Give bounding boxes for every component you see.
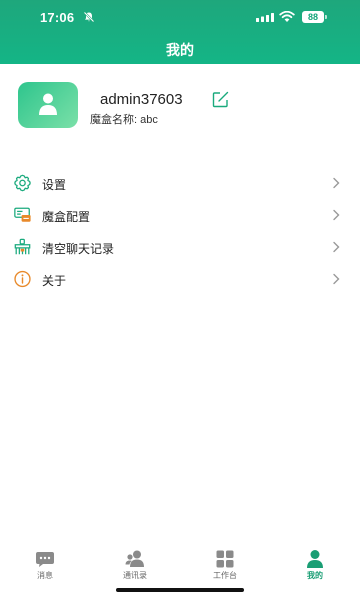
tab-me[interactable]: 我的 <box>285 546 345 586</box>
battery-level: 88 <box>302 11 324 23</box>
chat-bubble-icon <box>36 552 54 567</box>
chevron-right-icon <box>333 209 340 221</box>
home-indicator[interactable] <box>116 588 244 592</box>
config-box-icon <box>14 207 31 222</box>
signal-icon <box>256 13 274 22</box>
workbench-grid-icon <box>216 550 234 568</box>
tab-messages[interactable]: 消息 <box>15 546 75 586</box>
menu-item-clear-chat[interactable]: 清空聊天记录 <box>0 231 360 263</box>
menu-item-settings[interactable]: 设置 <box>0 167 360 199</box>
tab-workbench[interactable]: 工作台 <box>195 546 255 586</box>
user-silhouette-icon <box>39 93 57 115</box>
chevron-right-icon <box>333 241 340 253</box>
page-title: 我的 <box>166 42 194 58</box>
gear-icon <box>14 174 31 192</box>
username: admin37603 <box>100 91 183 108</box>
chevron-right-icon <box>333 273 340 285</box>
wifi-icon <box>279 11 295 22</box>
person-icon <box>307 550 323 568</box>
bell-muted-icon <box>83 11 95 23</box>
bottom-tab-bar: 消息 通讯录 工作台 我的 <box>0 546 360 586</box>
header: 17:06 88 我的 <box>0 0 360 64</box>
menu-label: 设置 <box>42 178 67 192</box>
status-time: 17:06 <box>40 10 75 25</box>
tab-contacts[interactable]: 通讯录 <box>105 546 165 586</box>
menu-label: 清空聊天记录 <box>42 242 115 256</box>
tab-label: 消息 <box>37 571 53 580</box>
menu-item-about[interactable]: 关于 <box>0 263 360 295</box>
info-icon <box>14 270 31 288</box>
menu-label: 魔盒配置 <box>42 210 91 224</box>
menu-label: 关于 <box>42 274 67 288</box>
battery-icon: 88 <box>302 11 328 23</box>
tab-label: 通讯录 <box>123 571 147 580</box>
settings-menu: 设置 魔盒配置 清空聊天记录 关于 <box>0 167 360 295</box>
status-bar: 17:06 88 <box>0 0 360 34</box>
tab-label: 工作台 <box>213 571 237 580</box>
box-name-label: 魔盒名称: abc <box>90 114 158 126</box>
contacts-icon <box>125 550 144 567</box>
tab-label: 我的 <box>307 571 323 580</box>
menu-item-box-config[interactable]: 魔盒配置 <box>0 199 360 231</box>
broom-icon <box>14 238 31 255</box>
edit-icon[interactable] <box>212 91 229 108</box>
profile-card: admin37603 魔盒名称: abc <box>0 64 360 148</box>
chevron-right-icon <box>333 177 340 189</box>
avatar[interactable] <box>18 82 78 128</box>
